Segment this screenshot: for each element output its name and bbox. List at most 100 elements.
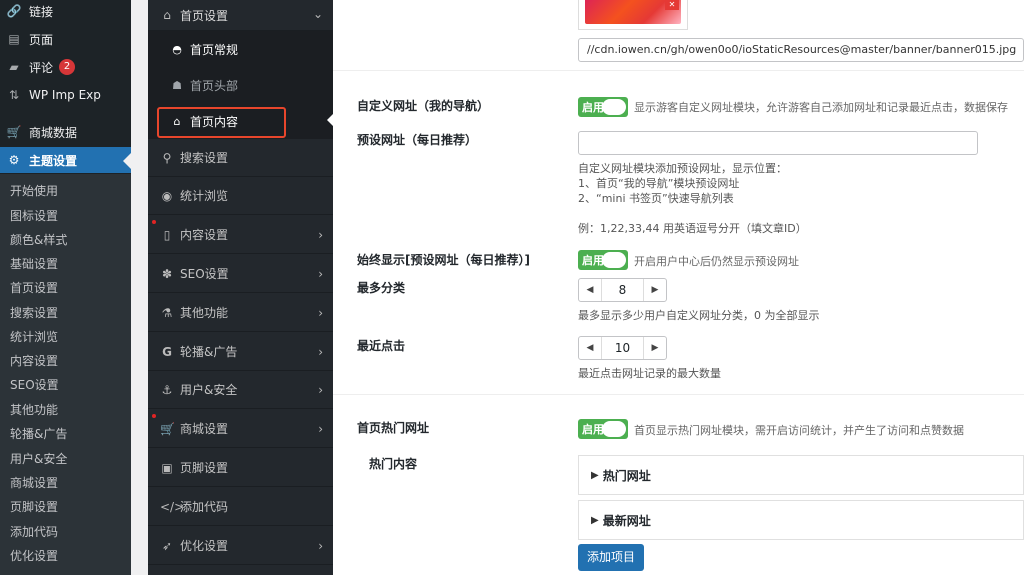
- wp-menu-comments[interactable]: ▰ 评论 2: [0, 55, 131, 79]
- wp-submenu-item[interactable]: 其他功能: [0, 398, 131, 422]
- nav-label: 轮播&广告: [180, 345, 238, 359]
- file-icon: ▯: [163, 227, 171, 242]
- nav-label: 添加代码: [180, 500, 229, 514]
- import-export-icon: ⇅: [8, 88, 20, 102]
- always-show-toggle[interactable]: 启用: [578, 250, 628, 270]
- max-category-label: 最多分类: [357, 281, 406, 295]
- nav-label: 首页设置: [180, 8, 229, 23]
- wp-submenu-item[interactable]: 颜色&样式: [0, 228, 131, 252]
- hot-urls-toggle[interactable]: 启用: [578, 419, 628, 439]
- toggle-label: 启用: [582, 423, 604, 436]
- wp-menu-links[interactable]: 🔗 链接: [0, 0, 131, 22]
- cart-icon: 🛒: [6, 125, 22, 139]
- wp-submenu-item[interactable]: SEO设置: [0, 373, 131, 397]
- nav-label: 用户&安全: [180, 383, 238, 397]
- max-category-stepper[interactable]: ◀ 8 ▶: [578, 278, 667, 302]
- nav-optimize[interactable]: ➶ 优化设置 ›: [148, 527, 333, 565]
- notice-dot: [152, 414, 156, 418]
- nav-label: 商城设置: [180, 422, 229, 436]
- section-divider: [333, 70, 1024, 71]
- wp-submenu-item[interactable]: 内容设置: [0, 349, 131, 373]
- hot-urls-label: 首页热门网址: [357, 421, 430, 435]
- stepper-value[interactable]: 8: [601, 279, 644, 301]
- hot-urls-panel[interactable]: ▶ 热门网址: [578, 455, 1024, 495]
- nav-other[interactable]: ⚗ 其他功能 ›: [148, 294, 333, 332]
- decrement-icon[interactable]: ◀: [579, 337, 601, 359]
- chevron-right-icon: ▶: [591, 514, 599, 526]
- wp-menu-theme-settings[interactable]: ⚙ 主题设置: [0, 147, 131, 173]
- nav-content-settings[interactable]: ▯ 内容设置 ›: [148, 216, 333, 254]
- wp-submenu-item[interactable]: 首页设置: [0, 276, 131, 300]
- wp-menu-imp-exp[interactable]: ⇅ WP Imp Exp: [0, 83, 131, 107]
- wp-submenu-item[interactable]: 优化设置: [0, 544, 131, 568]
- wp-submenu-item[interactable]: 统计浏览: [0, 325, 131, 349]
- wp-submenu-item[interactable]: 图标设置: [0, 204, 131, 228]
- preset-url-input[interactable]: [578, 131, 978, 155]
- nav-footer[interactable]: ▣ 页脚设置: [148, 449, 333, 487]
- decrement-icon[interactable]: ◀: [579, 279, 601, 301]
- increment-icon[interactable]: ▶: [644, 279, 666, 301]
- toggle-knob: [602, 252, 626, 268]
- comment-icon: ▰: [9, 60, 19, 74]
- preset-url-desc-1: 自定义网址模块添加预设网址，显示位置：: [578, 162, 787, 175]
- wp-submenu-item[interactable]: 基础设置: [0, 252, 131, 276]
- always-show-label: 始终显示[预设网址（每日推荐）]: [357, 253, 530, 267]
- add-item-button[interactable]: 添加项目: [578, 544, 644, 571]
- nav-label: 首页常规: [190, 42, 239, 57]
- nav-label: 页脚设置: [180, 461, 229, 475]
- wp-admin-menu: 🔗 链接 ▤ 页面 ▰ 评论 2 ⇅ WP Imp Exp 🛒 商城数据 ⚙ 主…: [0, 0, 131, 575]
- chevron-right-icon: ›: [318, 306, 323, 320]
- active-menu-arrow: [123, 153, 131, 169]
- stepper-value[interactable]: 10: [601, 337, 644, 359]
- section-divider: [333, 394, 1024, 395]
- wp-submenu-item[interactable]: 添加代码: [0, 520, 131, 544]
- custom-url-desc: 显示游客自定义网址模块，允许游客自己添加网址和记录最近点击，数据保存: [634, 101, 1008, 114]
- nav-label: 其他功能: [180, 306, 229, 320]
- eye-icon: ◉: [161, 188, 173, 203]
- wp-submenu-item[interactable]: 开始使用: [0, 179, 131, 203]
- nav-home-header[interactable]: ☗ 首页头部: [148, 67, 333, 103]
- nav-search-settings[interactable]: ⚲ 搜索设置: [148, 139, 333, 177]
- latest-urls-panel[interactable]: ▶ 最新网址: [578, 500, 1024, 540]
- banner-url-input[interactable]: //cdn.iowen.cn/gh/owen0o0/ioStaticResour…: [578, 38, 1024, 62]
- cart-icon: 🛒: [160, 421, 175, 436]
- nav-stats[interactable]: ◉ 统计浏览: [148, 177, 333, 215]
- nav-label: 搜索设置: [180, 151, 229, 165]
- chevron-right-icon: ›: [318, 267, 323, 281]
- nav-label: 内容设置: [180, 228, 229, 242]
- nav-user-security[interactable]: ⚓ 用户&安全 ›: [148, 371, 333, 409]
- nav-seo[interactable]: ✽ SEO设置 ›: [148, 255, 333, 293]
- chevron-right-icon: ›: [318, 539, 323, 553]
- wp-submenu-item[interactable]: 用户&安全: [0, 447, 131, 471]
- wp-submenu-item[interactable]: 搜索设置: [0, 301, 131, 325]
- remove-image-icon[interactable]: ✕: [665, 0, 679, 10]
- chevron-down-icon: ⌄: [312, 7, 323, 21]
- wp-submenu-item[interactable]: 商城设置: [0, 471, 131, 495]
- google-icon: G: [162, 344, 172, 359]
- highlight-box: [157, 107, 286, 138]
- theme-options-nav: ⌂ 首页设置 ⌄ ◓ 首页常规 ☗ 首页头部 ⌂ 首页内容 ⚲ 搜索设置 ◉ 统…: [148, 0, 333, 575]
- wp-submenu-item[interactable]: 轮播&广告: [0, 422, 131, 446]
- toggle-knob: [602, 421, 626, 437]
- code-icon: </>: [160, 499, 185, 514]
- custom-url-label: 自定义网址（我的导航）: [357, 99, 490, 113]
- chevron-right-icon: ▶: [591, 469, 599, 481]
- preset-url-example: 例：1,22,33,44 用英语逗号分开（填文章ID）: [578, 222, 807, 235]
- notice-dot: [152, 220, 156, 224]
- nav-carousel-ads[interactable]: G 轮播&广告 ›: [148, 333, 333, 371]
- recent-clicks-stepper[interactable]: ◀ 10 ▶: [578, 336, 667, 360]
- nav-add-code[interactable]: </> 添加代码: [148, 488, 333, 526]
- always-show-desc: 开启用户中心后仍然显示预设网址: [634, 255, 799, 268]
- preset-url-desc-2: 1、首页“我的导航”模块预设网址: [578, 177, 740, 190]
- wp-menu-shop-data[interactable]: 🛒 商城数据: [0, 120, 131, 144]
- custom-url-toggle[interactable]: 启用: [578, 97, 628, 117]
- home-gear-icon: ⌂: [163, 8, 171, 22]
- nav-home-general[interactable]: ◓ 首页常规: [148, 31, 333, 67]
- increment-icon[interactable]: ▶: [644, 337, 666, 359]
- flask-icon: ⚗: [161, 305, 173, 320]
- wp-submenu-item[interactable]: 页脚设置: [0, 495, 131, 519]
- nav-home-settings[interactable]: ⌂ 首页设置 ⌄: [148, 0, 333, 31]
- rocket-icon: ➶: [161, 538, 173, 553]
- wp-menu-pages[interactable]: ▤ 页面: [0, 27, 131, 51]
- nav-shop-settings[interactable]: 🛒 商城设置 ›: [148, 410, 333, 448]
